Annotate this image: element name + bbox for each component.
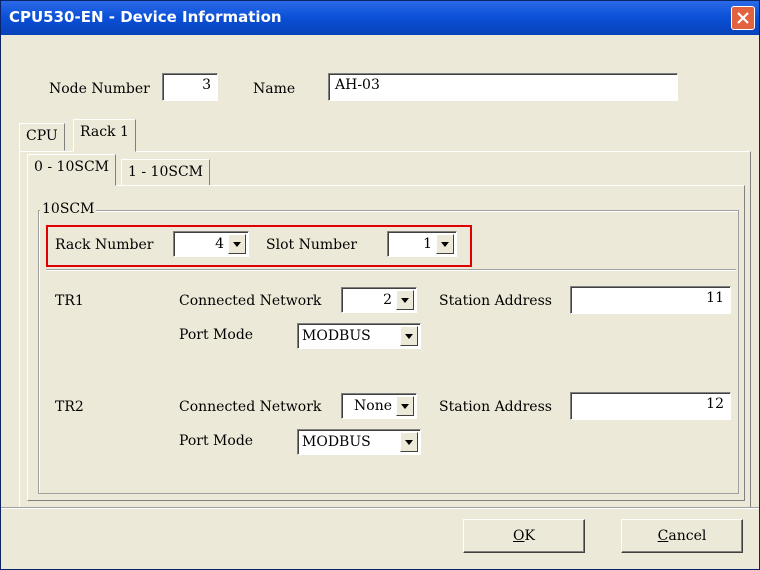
ok-label: K	[524, 528, 535, 544]
cancel-label: ancel	[668, 528, 707, 544]
tr1-connected-network-dropdown[interactable]: 2	[341, 287, 417, 313]
tr1-station-address-field[interactable]: 11	[570, 286, 731, 314]
tr1-port-mode-value: MODBUS	[302, 328, 371, 344]
tab-cpu[interactable]: CPU	[19, 123, 65, 151]
tr1-port-mode-dropdown[interactable]: MODBUS	[297, 323, 421, 349]
name-label: Name	[253, 81, 296, 97]
tab-0-10scm[interactable]: 0 - 10SCM	[27, 154, 116, 186]
node-number-field[interactable]: 3	[162, 73, 218, 101]
tr2-connected-network-value: None	[354, 398, 392, 414]
separator	[46, 269, 736, 271]
chevron-down-icon[interactable]	[400, 326, 418, 346]
tr2-station-address-field[interactable]: 12	[570, 392, 731, 420]
close-button[interactable]	[731, 6, 755, 30]
tr2-station-address-label: Station Address	[439, 399, 552, 415]
name-field[interactable]: AH-03	[328, 73, 678, 101]
highlight-box	[46, 225, 472, 267]
cancel-mnemonic: C	[657, 528, 669, 544]
chevron-down-icon[interactable]	[400, 432, 418, 452]
tab-1-10scm[interactable]: 1 - 10SCM	[121, 159, 210, 186]
tr1-station-address-label: Station Address	[439, 293, 552, 309]
window-title: CPU530-EN - Device Information	[9, 8, 282, 26]
tr2-port-mode-dropdown[interactable]: MODBUS	[297, 429, 421, 455]
tab-rack-1[interactable]: Rack 1	[73, 119, 136, 152]
tr2-port-mode-label: Port Mode	[179, 433, 254, 449]
footer-separator	[1, 507, 759, 509]
tr2-label: TR2	[55, 399, 84, 415]
node-number-label: Node Number	[49, 81, 150, 97]
tr1-connected-network-value: 2	[383, 292, 392, 308]
tr1-connected-network-label: Connected Network	[179, 293, 322, 309]
chevron-down-icon[interactable]	[396, 290, 414, 310]
cancel-button[interactable]: Cancel	[621, 519, 743, 553]
groupbox-title: 10SCM	[40, 201, 97, 217]
tr2-port-mode-value: MODBUS	[302, 434, 371, 450]
chevron-down-icon[interactable]	[396, 396, 414, 416]
tr1-port-mode-label: Port Mode	[179, 327, 254, 343]
device-information-dialog: CPU530-EN - Device Information Node Numb…	[0, 0, 760, 570]
tr2-connected-network-dropdown[interactable]: None	[341, 393, 417, 419]
tr2-connected-network-label: Connected Network	[179, 399, 322, 415]
ok-mnemonic: O	[513, 528, 525, 544]
close-icon	[737, 12, 749, 24]
tr1-label: TR1	[55, 293, 84, 309]
ok-button[interactable]: OK	[463, 519, 585, 553]
title-bar[interactable]: CPU530-EN - Device Information	[1, 1, 759, 35]
